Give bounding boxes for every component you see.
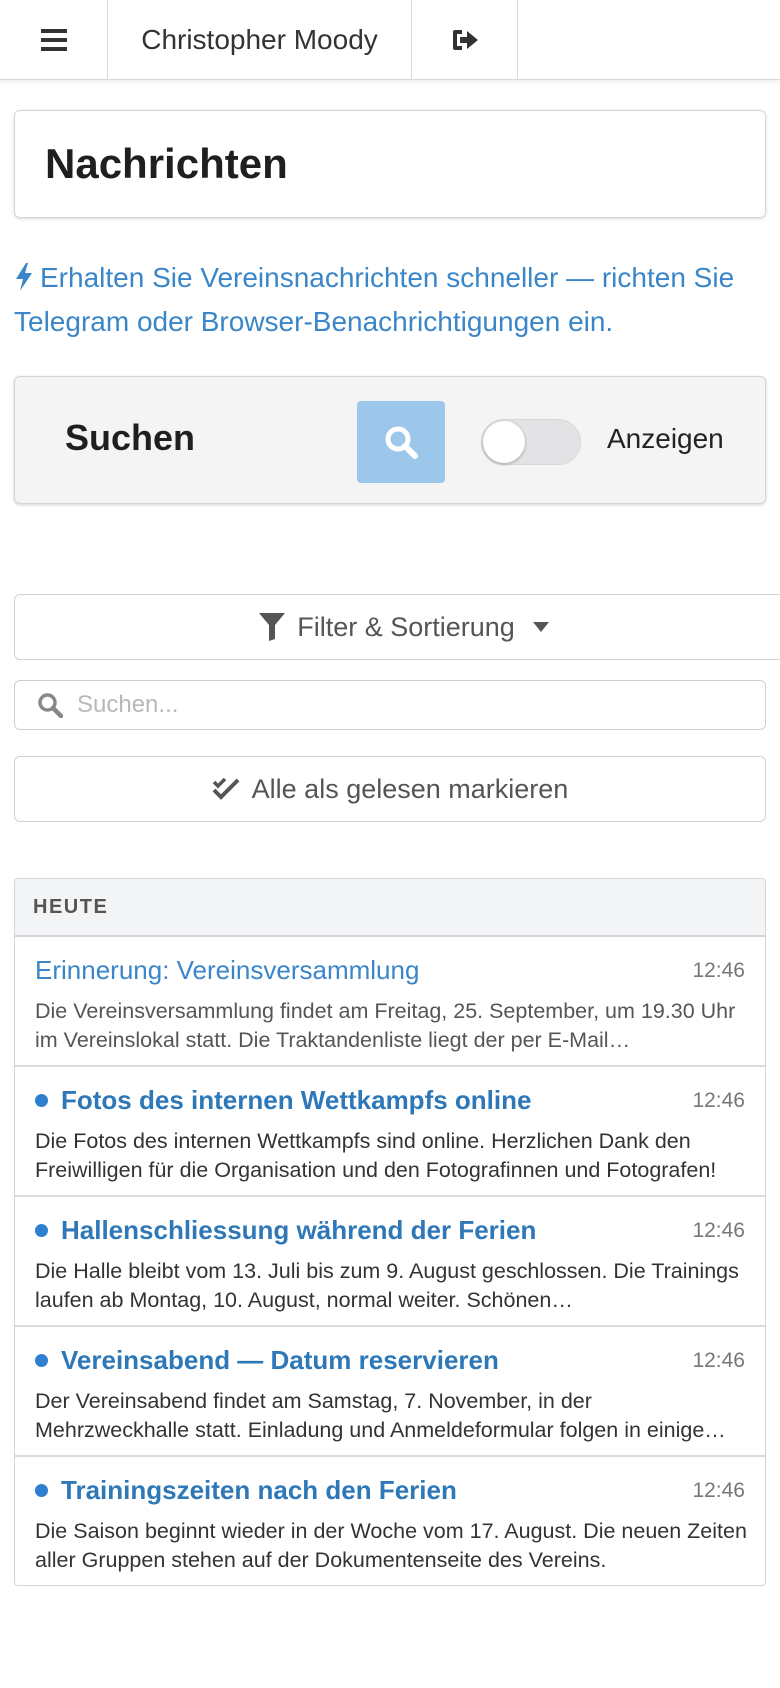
message-title: Fotos des internen Wettkampfs online <box>35 1085 531 1116</box>
message-preview: Der Vereinsabend findet am Samstag, 7. N… <box>35 1389 726 1442</box>
search-icon <box>385 426 418 459</box>
message-item[interactable]: Hallenschliessung während der Ferien 12:… <box>15 1197 765 1327</box>
message-item[interactable]: Vereinsabend — Datum reservieren 12:46 D… <box>15 1327 765 1457</box>
message-title: Hallenschliessung während der Ferien <box>35 1215 536 1246</box>
promo-text: Erhalten Sie Vereinsnachrichten schnelle… <box>14 262 735 337</box>
list-section-header: HEUTE <box>15 879 765 937</box>
message-item[interactable]: Erinnerung: Vereinsversammlung 12:46 Die… <box>15 937 765 1067</box>
filter-sort-button[interactable]: Filter & Sortierung <box>14 594 780 660</box>
caret-down-icon <box>532 622 549 632</box>
unread-dot-icon <box>35 1094 48 1107</box>
page-title: Nachrichten <box>45 140 288 187</box>
mark-all-read-button[interactable]: Alle als gelesen markieren <box>14 756 766 822</box>
message-preview: Die Fotos des internen Wettkampfs sind o… <box>35 1129 717 1182</box>
message-item[interactable]: Fotos des internen Wettkampfs online 12:… <box>15 1067 765 1197</box>
notification-promo-link[interactable]: Erhalten Sie Vereinsnachrichten schnelle… <box>14 258 766 342</box>
message-time: 12:46 <box>692 1089 745 1112</box>
message-time: 12:46 <box>692 1479 745 1502</box>
sign-out-icon <box>452 30 478 50</box>
message-time: 12:46 <box>692 959 745 982</box>
message-title: Trainingszeiten nach den Ferien <box>35 1475 457 1506</box>
message-preview: Die Vereinsversammlung findet am Freitag… <box>35 999 736 1052</box>
search-field <box>14 680 766 730</box>
message-title: Erinnerung: Vereinsversammlung <box>35 955 420 985</box>
message-preview: Die Halle bleibt vom 13. Juli bis zum 9.… <box>35 1259 739 1312</box>
filter-icon <box>259 613 286 641</box>
double-check-icon <box>212 776 240 802</box>
message-item[interactable]: Trainingszeiten nach den Ferien 12:46 Di… <box>15 1457 765 1585</box>
message-title: Vereinsabend — Datum reservieren <box>35 1345 499 1376</box>
search-icon <box>38 693 63 718</box>
unread-dot-icon <box>35 1484 48 1497</box>
message-list: HEUTE Erinnerung: Vereinsversammlung 12:… <box>14 878 766 1586</box>
logout-button[interactable] <box>412 0 518 80</box>
unread-dot-icon <box>35 1224 48 1237</box>
message-preview: Die Saison beginnt wieder in der Woche v… <box>35 1519 747 1572</box>
toggle-label: Anzeigen <box>607 423 724 454</box>
page-title-card: Nachrichten <box>14 110 766 218</box>
message-time: 12:46 <box>692 1349 745 1372</box>
filter-sort-label: Filter & Sortierung <box>297 611 515 642</box>
user-name[interactable]: Christopher Moody <box>108 0 412 80</box>
show-toggle[interactable] <box>481 419 581 465</box>
unread-dot-icon <box>35 1354 48 1367</box>
top-navbar: Christopher Moody <box>0 0 780 80</box>
search-button[interactable] <box>357 401 445 483</box>
hamburger-icon <box>40 29 67 51</box>
mark-all-read-label: Alle als gelesen markieren <box>251 773 569 804</box>
bolt-icon <box>14 262 34 302</box>
menu-button[interactable] <box>0 0 108 80</box>
toggle-knob <box>483 421 525 463</box>
search-input[interactable] <box>77 691 717 719</box>
search-panel: Suchen Anzeigen <box>14 376 766 504</box>
message-time: 12:46 <box>692 1219 745 1242</box>
search-panel-label: Suchen <box>65 417 196 458</box>
